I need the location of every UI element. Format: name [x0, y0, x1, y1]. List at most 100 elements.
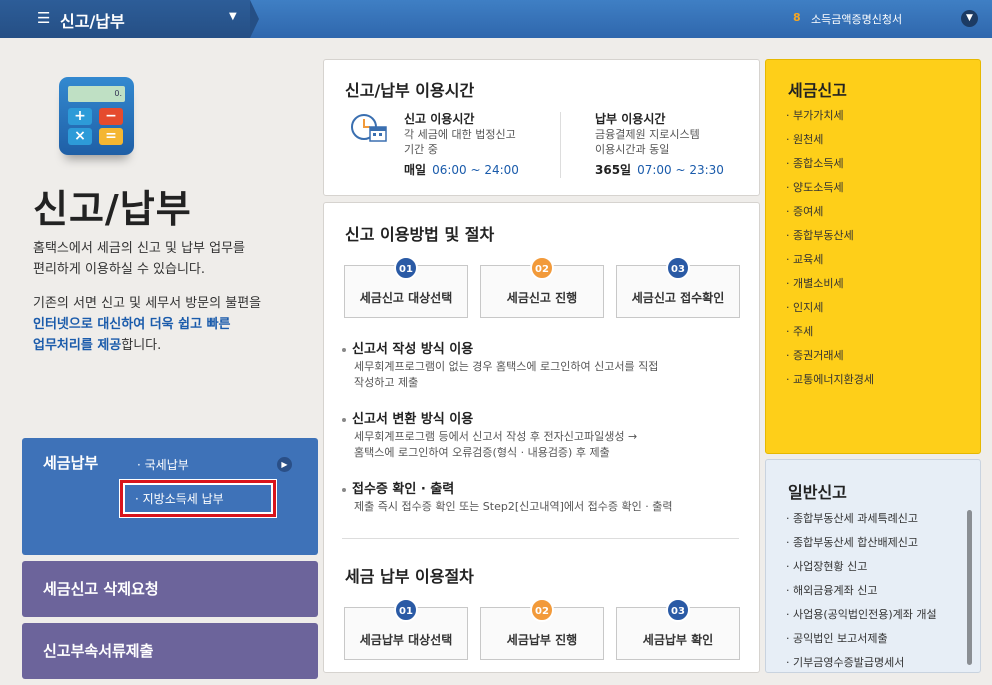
- minus-key-icon: −: [99, 108, 123, 125]
- payment-step-2-button[interactable]: 02 세금납부 진행: [480, 598, 604, 660]
- tax-report-list: 부가가치세 원천세 종합소득세 양도소득세 증여세 종합부동산세 교육세 개별소…: [786, 108, 874, 396]
- intro-line-5-em: 업무처리를 제공: [33, 338, 122, 353]
- pay-time-label: 365일: [595, 163, 632, 177]
- step-label: 세금납부 진행: [506, 633, 578, 647]
- tax-report-title: 세금신고: [788, 81, 847, 100]
- report-time-label: 매일: [404, 163, 427, 177]
- tax-report-item-gift[interactable]: 증여세: [786, 204, 874, 228]
- pay-time-value: 07:00 ~ 23:30: [637, 163, 724, 177]
- step-number-badge: 01: [394, 598, 418, 622]
- tax-report-panel: 세금신고 부가가치세 원천세 종합소득세 양도소득세 증여세 종합부동산세 교육…: [765, 59, 981, 454]
- method-2-title: 신고서 변환 방식 이용: [342, 408, 473, 427]
- step-label: 세금신고 접수확인: [631, 291, 725, 305]
- general-report-item-3[interactable]: 사업장현황 신고: [786, 559, 937, 583]
- tax-report-item-individual-consumption[interactable]: 개별소비세: [786, 276, 874, 300]
- intro-line-4: 인터넷으로 대신하여 더욱 쉽고 빠른: [33, 317, 231, 332]
- intro-text: 홈택스에서 세금의 신고 및 납부 업무를 편리하게 이용하실 수 있습니다.: [33, 238, 245, 280]
- general-report-item-5[interactable]: 사업용(공익법인전용)계좌 개설: [786, 607, 937, 631]
- report-hours-time: 매일 06:00 ~ 24:00: [404, 161, 519, 178]
- intro-line-5: 업무처리를 제공합니다.: [33, 335, 261, 356]
- general-report-title: 일반신고: [788, 483, 847, 502]
- step-number-badge: 02: [530, 256, 554, 280]
- tax-report-item-liquor[interactable]: 주세: [786, 324, 874, 348]
- tax-report-item-comprehensive-real-estate[interactable]: 종합부동산세: [786, 228, 874, 252]
- chevron-right-icon[interactable]: ▶: [277, 457, 292, 472]
- tax-report-item-securities-transaction[interactable]: 증권거래세: [786, 348, 874, 372]
- national-tax-payment-link[interactable]: · 국세납부: [137, 456, 189, 473]
- method-3-title: 접수증 확인 · 출력: [342, 478, 454, 497]
- method-1-text-2: 작성하고 제출: [354, 376, 419, 389]
- general-report-item-1[interactable]: 종합부동산세 과세특례신고: [786, 511, 937, 535]
- report-step-3-button[interactable]: 03 세금신고 접수확인: [616, 256, 740, 318]
- local-income-tax-payment-highlight[interactable]: · 지방소득세 납부: [119, 479, 277, 518]
- hours-card: 신고/납부 이용시간 신고 이용시간 각 세금에 대한 법정신고 기간 중 매일…: [323, 59, 760, 196]
- procedure-title: 신고 이용방법 및 절차: [345, 225, 495, 244]
- plus-key-icon: +: [68, 108, 92, 125]
- local-income-tax-payment-link[interactable]: · 지방소득세 납부: [125, 485, 271, 512]
- report-hours-desc-2: 기간 중: [404, 143, 438, 156]
- method-1-text-1: 세무회계프로그램이 없는 경우 홈택스에 로그인하여 신고서를 직접: [354, 360, 659, 373]
- scrollbar[interactable]: [967, 510, 972, 665]
- top-bar: ☰ 신고/납부 ▼ 8 소득금액증명신청서 ▼: [0, 0, 992, 38]
- intro-line-2: 편리하게 이용하실 수 있습니다.: [33, 262, 206, 277]
- step-number-badge: 01: [394, 256, 418, 280]
- clock-calendar-icon: [351, 114, 387, 142]
- step-label: 세금신고 진행: [506, 291, 578, 305]
- general-report-panel: 일반신고 종합부동산세 과세특례신고 종합부동산세 합산배제신고 사업장현황 신…: [765, 459, 981, 673]
- menu-arrow-decoration: [250, 0, 259, 38]
- step-label: 세금납부 확인: [642, 633, 714, 647]
- report-time-value: 06:00 ~ 24:00: [432, 163, 519, 177]
- payment-procedure-title: 세금 납부 이용절차: [345, 567, 474, 586]
- payment-step-1-button[interactable]: 01 세금납부 대상선택: [344, 598, 468, 660]
- equals-key-icon: =: [99, 128, 123, 145]
- tax-payment-title: 세금납부: [43, 454, 99, 472]
- tax-report-item-income[interactable]: 종합소득세: [786, 156, 874, 180]
- intro-line-1: 홈택스에서 세금의 신고 및 납부 업무를: [33, 241, 246, 256]
- method-2-text-1: 세무회계프로그램 등에서 신고서 작성 후 전자신고파일생성 →: [354, 430, 638, 443]
- divider: [560, 112, 561, 178]
- dropdown-arrow-icon[interactable]: ▼: [229, 11, 237, 22]
- method-1-title: 신고서 작성 방식 이용: [342, 338, 473, 357]
- calculator-icon: 0. + − × =: [59, 77, 134, 155]
- pay-hours-time: 365일 07:00 ~ 23:30: [595, 161, 724, 178]
- report-hours-label: 신고 이용시간: [404, 112, 475, 126]
- tax-payment-panel: 세금납부 · 국세납부 ▶ · 지방소득세 납부: [22, 438, 318, 555]
- step-number-badge: 03: [666, 598, 690, 622]
- attach-documents-submit-button[interactable]: 신고부속서류제출: [22, 623, 318, 679]
- tax-report-item-withholding[interactable]: 원천세: [786, 132, 874, 156]
- calculator-screen: 0.: [68, 86, 125, 102]
- step-label: 세금신고 대상선택: [359, 291, 453, 305]
- recent-menu-label[interactable]: 소득금액증명신청서: [811, 11, 902, 27]
- tax-report-item-transport-energy[interactable]: 교통에너지환경세: [786, 372, 874, 396]
- menu-title[interactable]: 신고/납부: [60, 8, 125, 32]
- report-step-1-button[interactable]: 01 세금신고 대상선택: [344, 256, 468, 318]
- payment-step-3-button[interactable]: 03 세금납부 확인: [616, 598, 740, 660]
- intro-line-5-tail: 합니다.: [121, 338, 162, 353]
- procedure-card: 신고 이용방법 및 절차 01 세금신고 대상선택 02 세금신고 진행 03 …: [323, 202, 760, 673]
- tax-report-item-stamp[interactable]: 인지세: [786, 300, 874, 324]
- recent-count: 8: [793, 11, 801, 24]
- tax-report-delete-request-button[interactable]: 세금신고 삭제요청: [22, 561, 318, 617]
- method-3-text-1: 제출 즉시 접수증 확인 또는 Step2[신고내역]에서 접수증 확인 · 출…: [354, 500, 673, 513]
- chevron-down-icon[interactable]: ▼: [961, 10, 978, 27]
- step-label: 세금납부 대상선택: [359, 633, 453, 647]
- step-number-badge: 02: [530, 598, 554, 622]
- general-report-list: 종합부동산세 과세특례신고 종합부동산세 합산배제신고 사업장현황 신고 해외금…: [786, 511, 937, 679]
- general-report-item-4[interactable]: 해외금융계좌 신고: [786, 583, 937, 607]
- intro-line-3: 기존의 서면 신고 및 세무서 방문의 불편을: [33, 296, 262, 311]
- method-2-text-2: 홈택스에 로그인하여 오류검증(형식 · 내용검증) 후 제출: [354, 446, 610, 459]
- page-title: 신고/납부: [33, 187, 192, 231]
- general-report-item-2[interactable]: 종합부동산세 합산배제신고: [786, 535, 937, 559]
- tax-report-item-education[interactable]: 교육세: [786, 252, 874, 276]
- report-step-2-button[interactable]: 02 세금신고 진행: [480, 256, 604, 318]
- report-hours-desc-1: 각 세금에 대한 법정신고: [404, 128, 516, 141]
- divider: [342, 538, 739, 539]
- general-report-item-7[interactable]: 기부금영수증발급명세서: [786, 655, 937, 679]
- pay-hours-desc-2: 이용시간과 동일: [595, 143, 670, 156]
- tax-report-item-capital-gains[interactable]: 양도소득세: [786, 180, 874, 204]
- tax-report-item-vat[interactable]: 부가가치세: [786, 108, 874, 132]
- pay-hours-desc-1: 금융결제원 지로시스템: [595, 128, 700, 141]
- hamburger-icon[interactable]: ☰: [37, 9, 50, 27]
- menu-selector[interactable]: ☰ 신고/납부 ▼: [0, 0, 250, 38]
- general-report-item-6[interactable]: 공익법인 보고서제출: [786, 631, 937, 655]
